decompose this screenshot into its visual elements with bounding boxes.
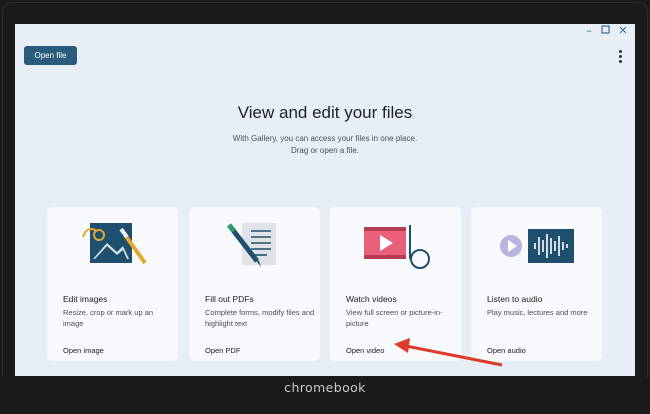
open-pdf-button[interactable]: Open PDF: [205, 346, 240, 355]
title-bar: – ✕: [15, 24, 635, 38]
card-description: View full screen or picture-in-picture: [346, 308, 443, 328]
subheading-line-2: Drag or open a file.: [290, 146, 360, 155]
page-subheading: With Gallery, you can access your files …: [15, 133, 635, 157]
gallery-app-window: – ✕ Open file View and edit your files W…: [15, 24, 635, 376]
minimize-icon[interactable]: –: [583, 25, 595, 37]
image-edit-icon: [47, 217, 178, 277]
card-description: Complete forms, modify files and highlig…: [205, 308, 315, 328]
open-video-button[interactable]: Open video: [346, 346, 384, 355]
card-description: Resize, crop or mark up an image: [63, 308, 154, 328]
open-image-button[interactable]: Open image: [63, 346, 104, 355]
audio-waveform-icon: [471, 217, 602, 277]
card-title: Watch videos: [346, 294, 397, 304]
card-title: Fill out PDFs: [205, 294, 254, 304]
subheading-line-1: With Gallery, you can access your files …: [232, 134, 418, 143]
page-heading: View and edit your files: [237, 103, 413, 122]
more-options-icon[interactable]: [616, 50, 624, 64]
video-play-icon: [330, 217, 461, 277]
annotation-arrow-icon: [394, 338, 503, 367]
device-brand-label: chromebook: [284, 380, 366, 395]
card-edit-images: Edit images Resize, crop or mark up an i…: [47, 207, 178, 361]
card-fill-pdfs: Fill out PDFs Complete forms, modify fil…: [189, 207, 320, 361]
card-title: Edit images: [63, 294, 108, 304]
pdf-pen-icon: [189, 217, 320, 277]
open-file-button[interactable]: Open file: [24, 46, 77, 65]
maximize-icon[interactable]: [599, 25, 611, 37]
card-title: Listen to audio: [487, 294, 543, 304]
close-icon[interactable]: ✕: [617, 25, 629, 37]
card-description: Play music, lectures and more: [487, 308, 588, 317]
